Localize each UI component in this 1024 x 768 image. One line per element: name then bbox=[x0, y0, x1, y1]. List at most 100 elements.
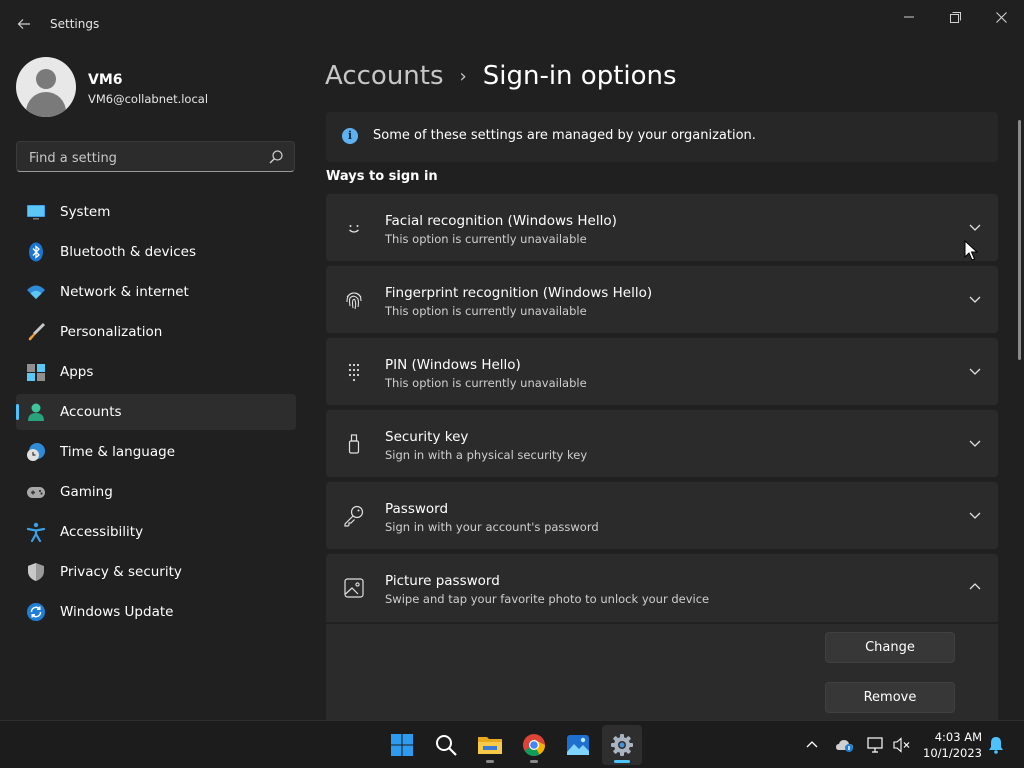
info-bar: i Some of these settings are managed by … bbox=[326, 112, 998, 162]
start-icon bbox=[391, 734, 413, 756]
app-title: Settings bbox=[50, 17, 100, 31]
face-icon bbox=[349, 225, 359, 233]
section-title: Ways to sign in bbox=[326, 169, 438, 184]
person-icon bbox=[28, 403, 44, 421]
sidebar-item-label: Privacy & security bbox=[60, 564, 182, 580]
option-password[interactable]: Password Sign in with your account's pas… bbox=[326, 482, 998, 549]
avatar[interactable] bbox=[16, 57, 76, 117]
sidebar-item-accounts[interactable]: Accounts bbox=[16, 394, 296, 430]
wifi-icon bbox=[27, 285, 45, 299]
pin-keypad-icon bbox=[348, 363, 360, 382]
sidebar-item-time-language[interactable]: Time & language bbox=[16, 434, 296, 470]
option-pin[interactable]: PIN (Windows Hello) This option is curre… bbox=[326, 338, 998, 405]
taskbar-start[interactable] bbox=[382, 725, 422, 765]
chrome-icon bbox=[523, 734, 545, 756]
page-title: Sign-in options bbox=[482, 61, 677, 91]
search-box[interactable] bbox=[16, 141, 295, 172]
sidebar-item-label: Accounts bbox=[60, 404, 122, 420]
photos-icon bbox=[567, 735, 589, 755]
option-subtitle: This option is currently unavailable bbox=[385, 304, 587, 318]
taskbar-photos[interactable] bbox=[558, 725, 598, 765]
option-title: Picture password bbox=[385, 573, 500, 589]
taskbar-chrome[interactable] bbox=[514, 725, 554, 765]
minimize-button[interactable] bbox=[886, 6, 932, 28]
volume-muted-icon bbox=[893, 737, 910, 753]
option-subtitle: Sign in with a physical security key bbox=[385, 448, 588, 462]
close-button[interactable] bbox=[978, 6, 1024, 28]
back-button[interactable] bbox=[12, 12, 36, 36]
scrollbar[interactable] bbox=[1018, 120, 1021, 360]
network-icon bbox=[867, 737, 883, 753]
search-icon bbox=[436, 735, 457, 756]
breadcrumb: Accounts › Sign-in options bbox=[325, 58, 677, 94]
clock-time: 4:03 AM bbox=[934, 730, 982, 744]
option-subtitle: Sign in with your account's password bbox=[385, 520, 599, 534]
option-picture-password[interactable]: Picture password Swipe and tap your favo… bbox=[326, 554, 998, 622]
restore-button[interactable] bbox=[932, 6, 978, 28]
sidebar-item-label: Personalization bbox=[60, 324, 163, 340]
sidebar-item-windows-update[interactable]: Windows Update bbox=[16, 594, 296, 630]
tray-overflow-button[interactable] bbox=[802, 735, 822, 755]
sidebar-item-label: Windows Update bbox=[60, 604, 174, 620]
breadcrumb-parent[interactable]: Accounts bbox=[325, 61, 444, 91]
change-button[interactable]: Change bbox=[825, 632, 955, 663]
option-security-key[interactable]: Security key Sign in with a physical sec… bbox=[326, 410, 998, 477]
bell-icon bbox=[989, 737, 1003, 754]
clock-date: 10/1/2023 bbox=[923, 746, 982, 760]
sidebar-item-network[interactable]: Network & internet bbox=[16, 274, 296, 310]
option-title: PIN (Windows Hello) bbox=[385, 357, 521, 373]
option-facial-recognition[interactable]: Facial recognition (Windows Hello) This … bbox=[326, 194, 998, 261]
taskbar-clock[interactable]: 4:03 AM 10/1/2023 bbox=[918, 729, 982, 761]
chevron-down-icon[interactable] bbox=[968, 364, 982, 378]
sidebar-item-label: Gaming bbox=[60, 484, 113, 500]
sidebar-item-gaming[interactable]: Gaming bbox=[16, 474, 296, 510]
option-subtitle: This option is currently unavailable bbox=[385, 232, 587, 246]
search-input[interactable] bbox=[27, 148, 261, 168]
chevron-up-icon[interactable] bbox=[968, 580, 982, 594]
sidebar-item-system[interactable]: System bbox=[16, 194, 296, 230]
sidebar-item-bluetooth[interactable]: Bluetooth & devices bbox=[16, 234, 296, 270]
chevron-down-icon[interactable] bbox=[968, 220, 982, 234]
search-icon[interactable] bbox=[268, 149, 284, 165]
chevron-down-icon[interactable] bbox=[968, 436, 982, 450]
sidebar-item-privacy-security[interactable]: Privacy & security bbox=[16, 554, 296, 590]
info-icon: i bbox=[342, 128, 358, 144]
update-icon bbox=[27, 603, 45, 621]
cloud-icon bbox=[836, 740, 853, 752]
option-title: Facial recognition (Windows Hello) bbox=[385, 213, 617, 229]
taskbar-search[interactable] bbox=[426, 725, 466, 765]
bluetooth-icon bbox=[29, 242, 43, 262]
taskbar-settings[interactable] bbox=[602, 725, 642, 765]
restore-icon bbox=[949, 11, 961, 23]
key-icon bbox=[344, 505, 364, 527]
option-subtitle: This option is currently unavailable bbox=[385, 376, 587, 390]
sidebar-item-label: Accessibility bbox=[60, 524, 144, 540]
tray-network[interactable] bbox=[866, 735, 886, 755]
notifications-button[interactable] bbox=[986, 735, 1006, 755]
option-fingerprint-recognition[interactable]: Fingerprint recognition (Windows Hello) … bbox=[326, 266, 998, 333]
chevron-down-icon[interactable] bbox=[968, 292, 982, 306]
option-title: Password bbox=[385, 501, 449, 517]
apps-icon bbox=[27, 364, 45, 381]
shield-icon bbox=[28, 563, 44, 581]
breadcrumb-separator: › bbox=[459, 65, 467, 87]
fingerprint-icon bbox=[346, 292, 362, 310]
sidebar-item-label: Network & internet bbox=[60, 284, 189, 300]
accessibility-icon bbox=[26, 522, 46, 542]
sidebar-item-accessibility[interactable]: Accessibility bbox=[16, 514, 296, 550]
option-title: Fingerprint recognition (Windows Hello) bbox=[385, 285, 653, 301]
sidebar-item-label: System bbox=[60, 204, 111, 220]
sidebar-item-personalization[interactable]: Personalization bbox=[16, 314, 296, 350]
settings-icon bbox=[611, 734, 633, 756]
tray-onedrive[interactable] bbox=[835, 735, 855, 755]
close-icon bbox=[995, 11, 1007, 23]
option-subtitle: Swipe and tap your favorite photo to unl… bbox=[385, 592, 710, 606]
tray-volume[interactable] bbox=[892, 735, 912, 755]
sidebar-item-apps[interactable]: Apps bbox=[16, 354, 296, 390]
paintbrush-icon bbox=[28, 322, 46, 341]
option-title: Security key bbox=[385, 429, 469, 445]
chevron-down-icon[interactable] bbox=[968, 508, 982, 522]
taskbar-file-explorer[interactable] bbox=[470, 725, 510, 765]
back-arrow-icon bbox=[17, 19, 30, 29]
remove-button[interactable]: Remove bbox=[825, 682, 955, 713]
